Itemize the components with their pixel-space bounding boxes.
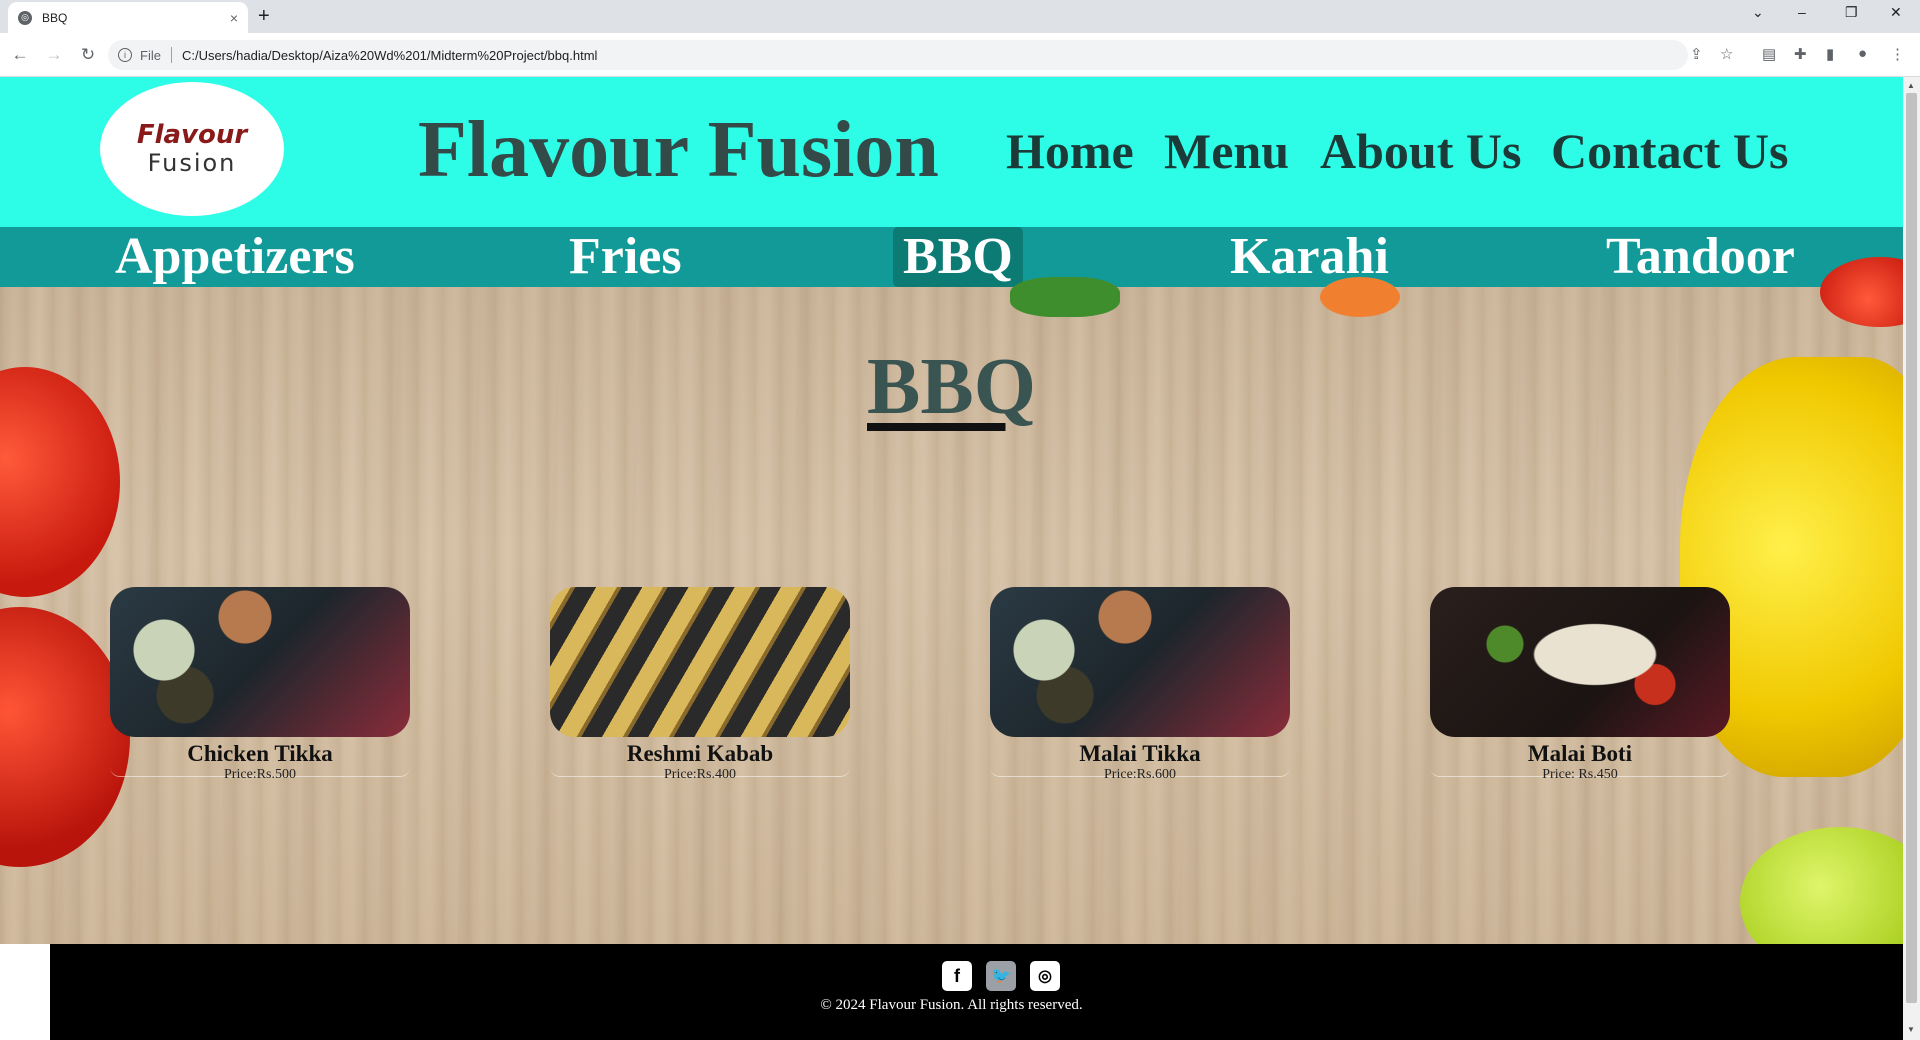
address-bar[interactable]: i File C:/Users/hadia/Desktop/Aiza%20Wd%… [108, 40, 1688, 70]
category-tandoor[interactable]: Tandoor [1606, 227, 1795, 287]
tab-title: BBQ [42, 10, 68, 25]
tab-search-icon[interactable]: ⌄ [1752, 4, 1764, 21]
herb-image [1010, 277, 1120, 317]
menu-item-card[interactable]: Chicken Tikka Price:Rs.500 [110, 587, 410, 782]
item-name: Chicken Tikka [187, 741, 333, 766]
site-logo[interactable]: Flavour Fusion [100, 82, 284, 216]
nav-menu[interactable]: Menu [1164, 122, 1289, 180]
forward-icon[interactable]: → [40, 45, 68, 65]
scroll-down-icon[interactable]: ▼ [1907, 1025, 1915, 1034]
twitter-icon[interactable]: 🐦 [986, 961, 1016, 991]
minimize-button[interactable]: – [1798, 4, 1806, 20]
side-panel-icon[interactable]: ▮ [1826, 45, 1834, 63]
globe-icon: ◎ [18, 10, 32, 25]
reading-list-icon[interactable]: ▤ [1762, 45, 1776, 63]
reload-icon[interactable]: ↻ [74, 45, 102, 65]
bookmark-star-icon[interactable]: ☆ [1720, 45, 1733, 63]
carrot-image [1320, 277, 1400, 317]
scroll-up-icon[interactable]: ▲ [1907, 81, 1915, 90]
address-divider [170, 47, 172, 63]
close-window-button[interactable]: ✕ [1890, 4, 1902, 21]
malai-tikka-image [990, 587, 1290, 737]
info-icon[interactable]: i [118, 48, 132, 62]
category-appetizers[interactable]: Appetizers [115, 227, 355, 287]
nav-home[interactable]: Home [1006, 122, 1134, 180]
item-price: Price:Rs.500 [224, 767, 296, 782]
browser-toolbar: ← → ↻ i File C:/Users/hadia/Desktop/Aiza… [0, 33, 1920, 77]
item-price: Price:Rs.600 [1104, 767, 1176, 782]
reshmi-kabab-image [550, 587, 850, 737]
menu-icon[interactable]: ⋮ [1890, 45, 1905, 63]
browser-tab-strip: ◎ BBQ × + ⌄ – ❐ ✕ [0, 0, 1920, 33]
logo-text-bottom: Fusion [147, 149, 237, 177]
item-name: Malai Boti [1527, 741, 1633, 766]
page-scrollbar[interactable]: ▲ ▼ [1903, 77, 1920, 1040]
back-icon[interactable]: ← [6, 45, 34, 65]
new-tab-button[interactable]: + [258, 4, 270, 28]
url-text[interactable]: C:/Users/hadia/Desktop/Aiza%20Wd%201/Mid… [182, 48, 597, 63]
nav-contact-us[interactable]: Contact Us [1551, 122, 1788, 180]
chicken-tikka-image [110, 587, 410, 737]
address-prefix: File [140, 47, 161, 63]
browser-tab[interactable]: ◎ BBQ × [8, 2, 248, 33]
site-footer [50, 944, 1903, 1040]
item-name: Malai Tikka [1079, 741, 1201, 766]
nav-about-us[interactable]: About Us [1320, 122, 1521, 180]
web-page: Flavour Fusion Flavour Fusion Home Menu … [0, 77, 1903, 1040]
menu-item-card[interactable]: Malai Boti Price: Rs.450 [1430, 587, 1730, 782]
facebook-icon[interactable]: f [942, 961, 972, 991]
category-bbq[interactable]: BBQ [893, 227, 1023, 287]
category-fries[interactable]: Fries [569, 227, 682, 287]
malai-boti-image [1430, 587, 1730, 737]
copyright-text: © 2024 Flavour Fusion. All rights reserv… [820, 997, 1083, 1013]
item-price: Price:Rs.400 [664, 767, 736, 782]
extensions-icon[interactable]: ✚ [1794, 45, 1807, 63]
profile-icon[interactable]: ● [1858, 45, 1867, 62]
scrollbar-thumb[interactable] [1906, 93, 1917, 1003]
share-icon[interactable]: ⇪ [1690, 45, 1703, 63]
instagram-icon[interactable]: ◎ [1030, 961, 1060, 991]
menu-item-card[interactable]: Reshmi Kabab Price:Rs.400 [550, 587, 850, 782]
close-tab-icon[interactable]: × [230, 10, 238, 26]
restore-button[interactable]: ❐ [1845, 4, 1858, 21]
logo-text-top: Flavour [136, 120, 248, 150]
brand-title: Flavour Fusion [418, 106, 939, 194]
item-name: Reshmi Kabab [626, 741, 774, 766]
category-bar: Appetizers Fries BBQ Karahi Tandoor [0, 227, 1903, 287]
item-price: Price: Rs.450 [1542, 767, 1618, 782]
page-heading: BBQ [867, 343, 1036, 431]
menu-item-card[interactable]: Malai Tikka Price:Rs.600 [990, 587, 1290, 782]
site-header: Flavour Fusion Flavour Fusion Home Menu … [0, 77, 1903, 227]
